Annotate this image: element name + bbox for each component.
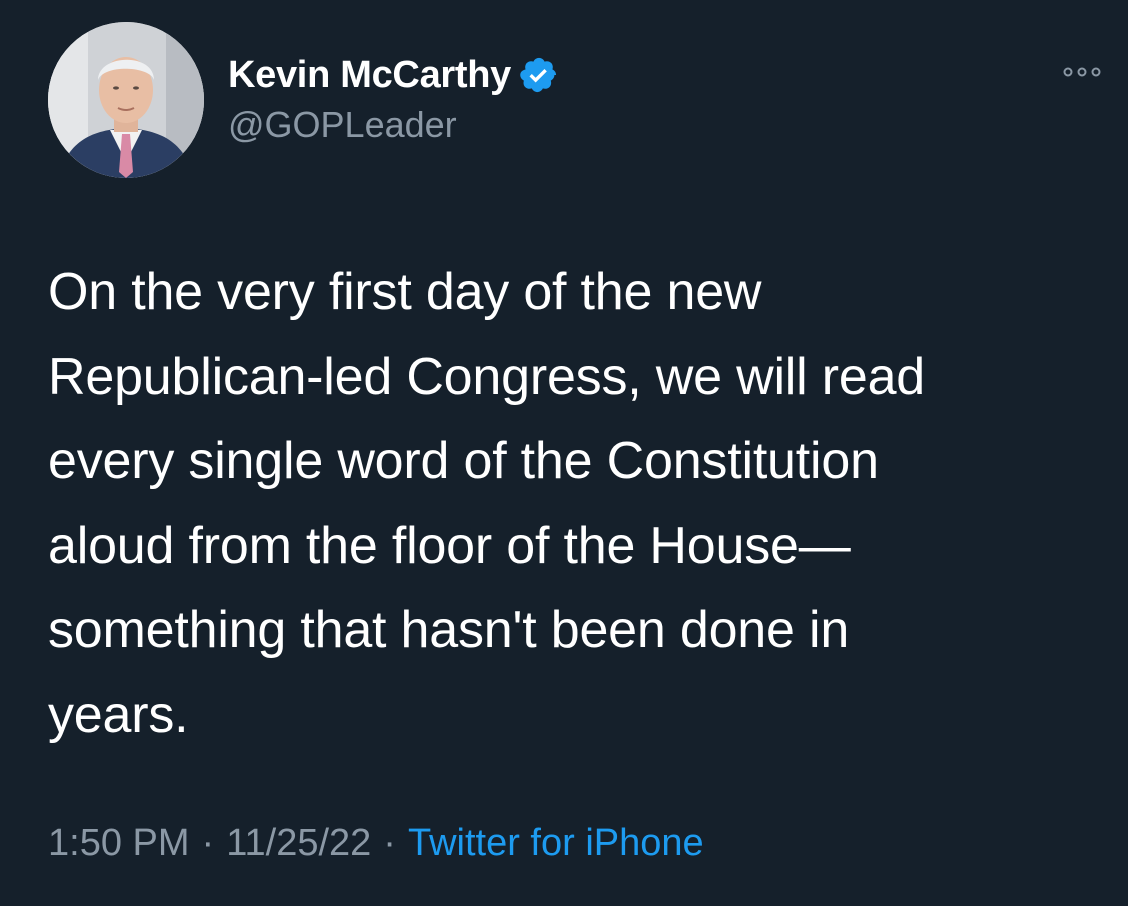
meta-separator: ·	[383, 822, 396, 864]
author-handle[interactable]: @GOPLeader	[228, 104, 457, 146]
avatar-image	[48, 22, 204, 178]
author-name-row: Kevin McCarthy	[228, 50, 559, 100]
tweet-text: On the very first day of the new Republi…	[48, 263, 926, 744]
verified-badge-icon	[519, 55, 559, 95]
tweet-meta: 1:50 PM · 11/25/22 · Twitter for iPhone	[48, 822, 704, 865]
tweet-time[interactable]: 1:50 PM	[48, 822, 190, 864]
avatar[interactable]	[48, 22, 204, 178]
tweet-card: Kevin McCarthy @GOPLeader On the very fi…	[0, 0, 1128, 906]
more-options-icon[interactable]	[1060, 60, 1104, 84]
author-display-name[interactable]: Kevin McCarthy	[228, 54, 511, 97]
tweet-date[interactable]: 11/25/22	[226, 822, 371, 864]
tweet-source-link[interactable]: Twitter for iPhone	[408, 822, 704, 864]
meta-separator: ·	[201, 822, 215, 864]
